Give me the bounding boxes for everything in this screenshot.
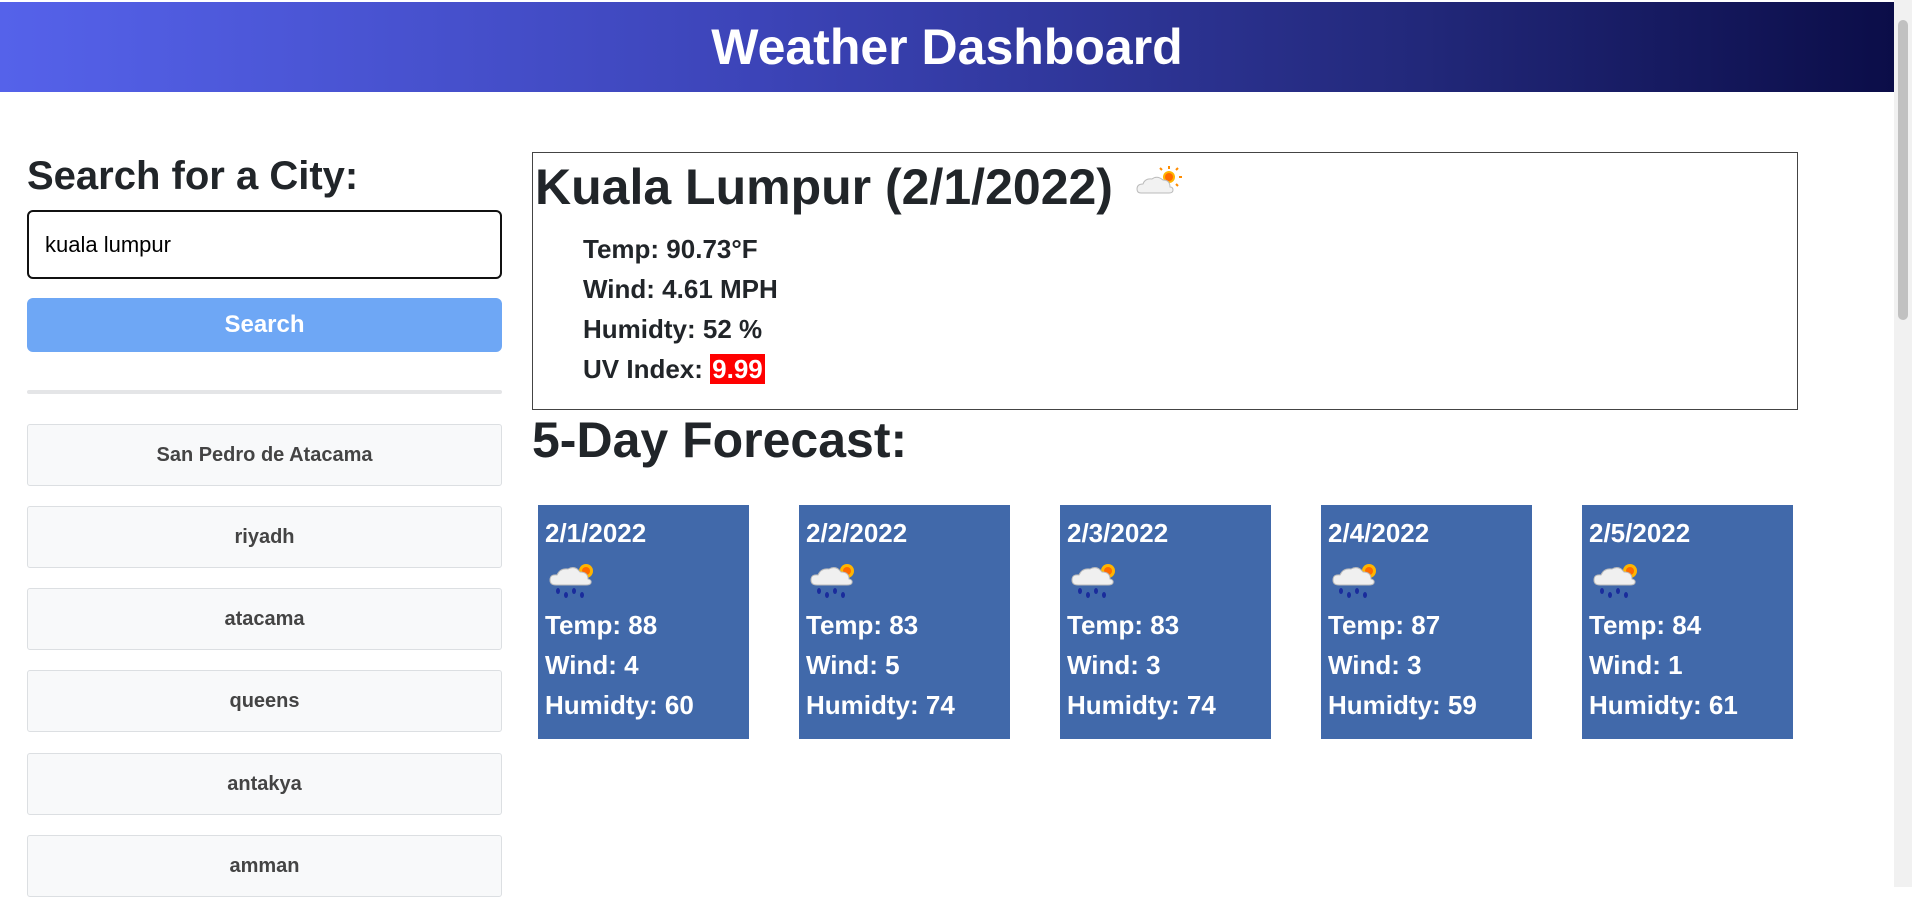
forecast-temp: Temp: 83: [1067, 610, 1180, 640]
rain-sun-icon: [1071, 564, 1115, 598]
forecast-date: 2/3/2022: [1067, 518, 1169, 548]
current-humidity: Humidty: 52 %: [583, 314, 763, 344]
forecast-date: 2/4/2022: [1328, 518, 1430, 548]
forecast-wind: Wind: 4: [545, 650, 639, 680]
search-sidebar: Search for a City: Search San Pedro de A…: [27, 150, 502, 897]
forecast-temp: Temp: 84: [1589, 610, 1702, 640]
current-uv: UV Index: 9.99: [583, 353, 765, 385]
search-heading: Search for a City:: [27, 154, 359, 198]
forecast-wind: Wind: 1: [1589, 650, 1683, 680]
forecast-humidity: Humidty: 60: [545, 690, 694, 720]
forecast-wind: Wind: 5: [806, 650, 900, 680]
forecast-humidity: Humidty: 74: [1067, 690, 1216, 720]
forecast-humidity: Humidty: 61: [1589, 690, 1738, 720]
history-item[interactable]: amman: [27, 835, 502, 897]
city-search-input[interactable]: [27, 210, 502, 279]
forecast-date: 2/5/2022: [1589, 518, 1691, 548]
forecast-card: 2/2/2022 Temp: 83 Wind: 5 Humidty: 74: [799, 505, 1010, 739]
forecast-humidity: Humidty: 74: [806, 690, 955, 720]
current-city-title: Kuala Lumpur (2/1/2022): [535, 159, 1113, 215]
forecast-wind: Wind: 3: [1328, 650, 1422, 680]
rain-sun-icon: [549, 564, 593, 598]
forecast-temp: Temp: 83: [806, 610, 919, 640]
scrollbar-thumb[interactable]: [1898, 20, 1908, 320]
page-header: Weather Dashboard: [0, 2, 1894, 92]
forecast-temp: Temp: 87: [1328, 610, 1441, 640]
forecast-date: 2/1/2022: [545, 518, 647, 548]
forecast-card: 2/3/2022 Temp: 83 Wind: 3 Humidty: 74: [1060, 505, 1271, 739]
forecast-heading: 5-Day Forecast:: [532, 412, 908, 468]
rain-sun-icon: [810, 564, 854, 598]
forecast-card: 2/1/2022 Temp: 88 Wind: 4 Humidty: 60: [538, 505, 749, 739]
current-temp: Temp: 90.73°F: [583, 234, 758, 264]
uv-index-badge: 9.99: [710, 354, 765, 384]
forecast-date: 2/2/2022: [806, 518, 908, 548]
current-weather-panel: Kuala Lumpur (2/1/2022) Temp: 90.73°F Wi…: [532, 152, 1798, 410]
rain-sun-icon: [1593, 564, 1637, 598]
search-button[interactable]: Search: [27, 298, 502, 352]
history-item[interactable]: atacama: [27, 588, 502, 650]
history-item[interactable]: riyadh: [27, 506, 502, 568]
history-item[interactable]: antakya: [27, 753, 502, 815]
forecast-humidity: Humidty: 59: [1328, 690, 1477, 720]
partly-cloudy-icon: [1136, 166, 1182, 194]
page-scrollbar[interactable]: [1894, 0, 1912, 887]
forecast-temp: Temp: 88: [545, 610, 658, 640]
current-wind: Wind: 4.61 MPH: [583, 274, 778, 304]
history-item[interactable]: queens: [27, 670, 502, 732]
forecast-card: 2/4/2022 Temp: 87 Wind: 3 Humidty: 59: [1321, 505, 1532, 739]
page-title: Weather Dashboard: [711, 19, 1183, 75]
forecast-wind: Wind: 3: [1067, 650, 1161, 680]
forecast-card: 2/5/2022 Temp: 84 Wind: 1 Humidty: 61: [1582, 505, 1793, 739]
uv-label: UV Index:: [583, 354, 703, 384]
sidebar-divider: [27, 390, 502, 394]
rain-sun-icon: [1332, 564, 1376, 598]
history-item[interactable]: San Pedro de Atacama: [27, 424, 502, 486]
